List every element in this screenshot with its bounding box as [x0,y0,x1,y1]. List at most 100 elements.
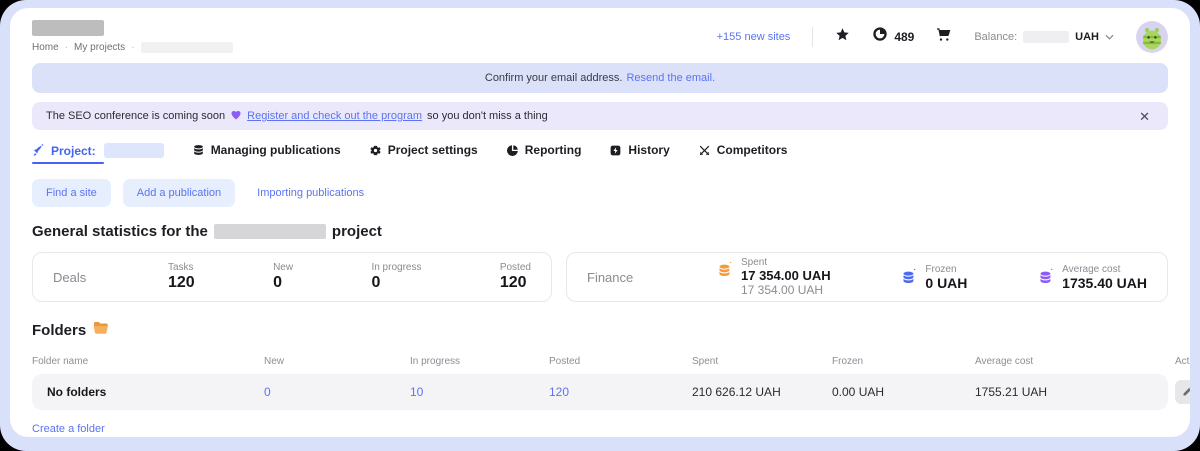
stats-heading-before: General statistics for the [32,223,208,240]
breadcrumb-my-projects[interactable]: My projects [74,42,125,53]
tab-project[interactable]: Project: [32,143,164,164]
coins-orange-icon [717,261,734,278]
col-actions: Actions [1175,356,1190,367]
breadcrumb-home[interactable]: Home [32,42,59,53]
crossed-swords-icon [698,144,711,157]
action-buttons: Find a site Add a publication Importing … [32,179,1168,207]
stat-posted-label: Posted [500,262,531,273]
avatar[interactable] [1136,21,1168,53]
logo-redacted[interactable] [32,20,104,36]
tab-settings-label: Project settings [388,143,478,157]
balance-menu[interactable]: Balance: UAH [974,31,1114,43]
tab-project-label: Project: [51,144,96,158]
row-in-progress-link[interactable]: 10 [410,385,549,399]
coins-count: 489 [894,30,914,44]
stat-posted-value: 120 [500,274,531,292]
tab-reporting-label: Reporting [525,143,582,157]
balance-label: Balance: [974,31,1017,43]
header-left: Home · My projects · [32,20,233,53]
folders-heading: Folders [32,321,1168,339]
cart-icon [936,26,952,47]
project-tabs: Project: Managing publications [32,143,1168,164]
gear-icon [369,144,382,157]
coin-icon [872,26,888,47]
finance-spent: Spent 17 354.00 UAH 17 354.00 UAH [717,257,831,297]
email-confirm-banner: Confirm your email address. Resend the e… [32,63,1168,93]
tab-history-label: History [628,143,669,157]
col-folder-name: Folder name [32,356,264,367]
conference-text-after: so you don't miss a thing [427,110,548,122]
col-average-cost: Average cost [975,356,1175,367]
spent-subvalue: 17 354.00 UAH [741,283,831,297]
database-icon [192,144,205,157]
table-row: No folders 0 10 120 210 626.12 UAH 0.00 … [32,374,1168,410]
coins-purple-icon [1038,268,1055,285]
balance-currency: UAH [1075,31,1099,43]
col-in-progress: In progress [410,356,549,367]
stat-in-progress-label: In progress [371,262,421,273]
row-new-link[interactable]: 0 [264,385,410,399]
stat-tasks-value: 120 [168,274,195,292]
star-icon [835,27,850,47]
project-name-redacted [104,143,164,158]
deals-card: Deals Tasks 120 New 0 In progress 0 [32,252,552,302]
edit-folder-button[interactable] [1175,380,1190,404]
purple-heart-icon [230,109,242,124]
pie-chart-icon [506,144,519,157]
breadcrumb-separator: · [131,42,134,53]
stat-posted: Posted 120 [500,262,531,292]
breadcrumb-project-redacted [141,42,233,53]
header-right: +155 new sites 489 [717,21,1168,53]
find-site-button[interactable]: Find a site [32,179,111,207]
tab-project-settings[interactable]: Project settings [369,143,478,157]
create-folder-link[interactable]: Create a folder [32,423,105,435]
finance-average-cost: Average cost 1735.40 UAH [1038,264,1147,291]
col-spent: Spent [692,356,832,367]
tab-competitors[interactable]: Competitors [698,143,788,157]
folder-icon [93,321,109,339]
rocket-icon [32,144,45,157]
deals-stats: Tasks 120 New 0 In progress 0 Posted 120 [168,262,531,292]
average-cost-label: Average cost [1062,264,1147,275]
tab-managing-publications[interactable]: Managing publications [192,143,341,157]
average-cost-value: 1735.40 UAH [1062,275,1147,291]
tab-competitors-label: Competitors [717,143,788,157]
importing-publications-link[interactable]: Importing publications [247,179,374,207]
app-frame: Home · My projects · +155 new sites [0,0,1200,451]
row-actions [1175,380,1190,404]
col-new: New [264,356,410,367]
tab-reporting[interactable]: Reporting [506,143,582,157]
conference-banner: The SEO conference is coming soon Regist… [32,102,1168,130]
tab-history[interactable]: History [609,143,669,157]
col-frozen: Frozen [832,356,975,367]
folders-table: Folder name New In progress Posted Spent… [32,349,1168,410]
page-container: Home · My projects · +155 new sites [10,8,1190,437]
row-frozen: 0.00 UAH [832,385,975,399]
finance-stats: Spent 17 354.00 UAH 17 354.00 UAH Frozen… [717,257,1147,297]
favorites-button[interactable] [835,27,850,47]
cart-button[interactable] [936,26,952,47]
row-posted-link[interactable]: 120 [549,385,692,399]
col-posted: Posted [549,356,692,367]
balance-redacted [1023,31,1069,43]
divider [812,27,813,47]
stats-heading-after: project [332,223,382,240]
coins-blue-icon [901,268,918,285]
close-icon[interactable]: ✕ [1135,108,1154,125]
finance-card-label: Finance [587,270,717,285]
spent-value: 17 354.00 UAH [741,268,831,283]
coins-button[interactable]: 489 [872,26,914,47]
stat-new: New 0 [273,262,293,292]
resend-email-link[interactable]: Resend the email. [626,72,715,84]
new-sites-link[interactable]: +155 new sites [717,31,791,43]
stats-project-redacted [214,224,326,239]
conference-register-link[interactable]: Register and check out the program [247,110,422,122]
row-average-cost: 1755.21 UAH [975,385,1175,399]
deals-card-label: Deals [53,270,168,285]
frozen-value: 0 UAH [925,275,967,291]
email-confirm-text: Confirm your email address. [485,72,623,84]
stats-heading: General statistics for the project [32,223,1168,240]
add-publication-button[interactable]: Add a publication [123,179,235,207]
stat-cards: Deals Tasks 120 New 0 In progress 0 [32,252,1168,302]
row-spent: 210 626.12 UAH [692,385,832,399]
